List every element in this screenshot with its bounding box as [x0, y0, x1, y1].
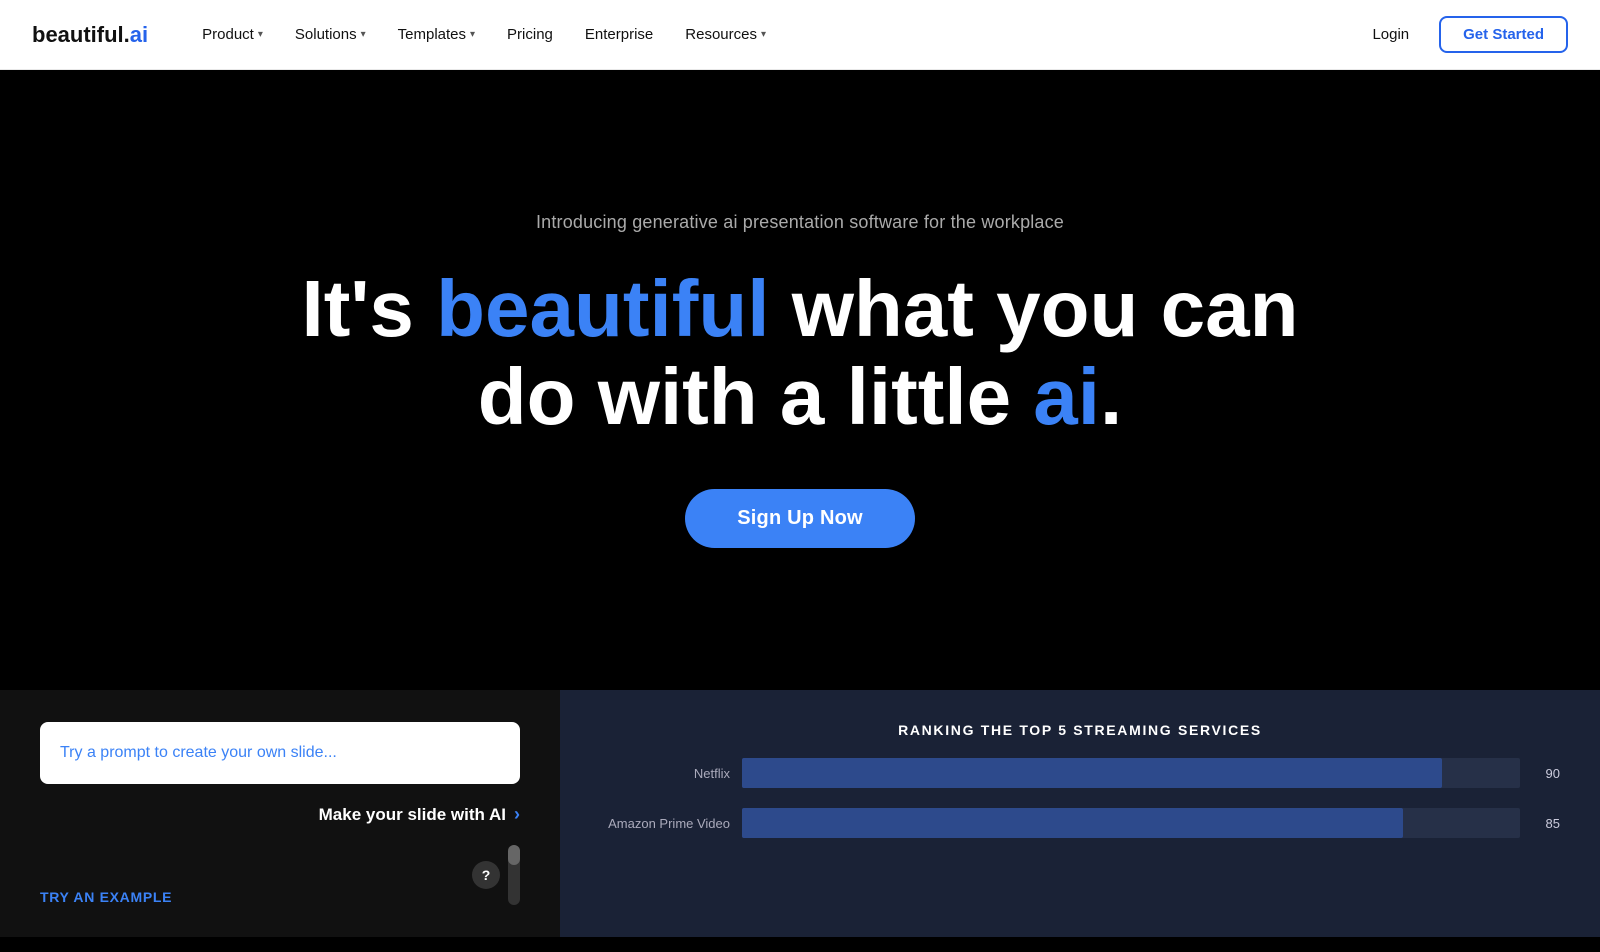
login-button[interactable]: Login	[1358, 18, 1423, 51]
chart-panel: RANKING THE TOP 5 STREAMING SERVICES Net…	[560, 690, 1600, 937]
make-slide-label: Make your slide with AI	[319, 805, 506, 825]
chart-row-netflix: Netflix 90	[600, 758, 1560, 788]
chart-row-amazon: Amazon Prime Video 85	[600, 808, 1560, 838]
chart-bar-netflix	[742, 758, 1442, 788]
nav-item-templates[interactable]: Templates ▾	[384, 18, 489, 51]
chart-bar-amazon	[742, 808, 1403, 838]
chart-title: RANKING THE TOP 5 STREAMING SERVICES	[600, 722, 1560, 738]
bottom-section: Make your slide with AI › TRY AN EXAMPLE…	[0, 690, 1600, 937]
logo-text: beautiful	[32, 22, 124, 47]
hero-title-part1: It's	[302, 264, 437, 353]
chevron-down-icon: ▾	[361, 29, 366, 40]
chevron-down-icon: ▾	[470, 29, 475, 40]
signup-button[interactable]: Sign Up Now	[685, 489, 915, 548]
chart-label-netflix: Netflix	[600, 766, 730, 781]
navbar-actions: Login Get Started	[1358, 16, 1568, 53]
chart-value-netflix: 90	[1532, 766, 1560, 781]
hero-title-blue2: ai	[1033, 352, 1100, 441]
chart-label-amazon: Amazon Prime Video	[600, 816, 730, 831]
nav-item-resources[interactable]: Resources ▾	[671, 18, 780, 51]
scrollbar-track[interactable]	[508, 845, 520, 905]
ai-prompt-panel: Make your slide with AI › TRY AN EXAMPLE…	[0, 690, 560, 937]
hero-title: It's beautiful what you can do with a li…	[300, 265, 1300, 441]
logo[interactable]: beautiful.ai	[32, 22, 148, 48]
nav-item-product[interactable]: Product ▾	[188, 18, 277, 51]
navbar: beautiful.ai Product ▾ Solutions ▾ Templ…	[0, 0, 1600, 70]
nav-label-enterprise: Enterprise	[585, 26, 653, 43]
hero-title-blue1: beautiful	[436, 264, 769, 353]
try-example-link[interactable]: TRY AN EXAMPLE	[40, 889, 172, 905]
nav-label-pricing: Pricing	[507, 26, 553, 43]
nav-label-solutions: Solutions	[295, 26, 357, 43]
chart-value-amazon: 85	[1532, 816, 1560, 831]
nav-item-pricing[interactable]: Pricing	[493, 18, 567, 51]
arrow-right-icon: ›	[514, 804, 520, 825]
prompt-input[interactable]	[40, 722, 520, 784]
nav-item-solutions[interactable]: Solutions ▾	[281, 18, 380, 51]
nav-label-product: Product	[202, 26, 254, 43]
chevron-down-icon: ▾	[258, 29, 263, 40]
nav-menu: Product ▾ Solutions ▾ Templates ▾ Pricin…	[188, 18, 1358, 51]
make-slide-link[interactable]: Make your slide with AI ›	[40, 804, 520, 825]
hero-title-end: .	[1100, 352, 1122, 441]
scrollbar-thumb	[508, 845, 520, 865]
chart-bar-container-netflix	[742, 758, 1520, 788]
nav-label-resources: Resources	[685, 26, 757, 43]
get-started-button[interactable]: Get Started	[1439, 16, 1568, 53]
help-icon[interactable]: ?	[472, 861, 500, 889]
left-bottom-row: TRY AN EXAMPLE ?	[40, 845, 520, 905]
hero-section: Introducing generative ai presentation s…	[0, 70, 1600, 690]
logo-ai: ai	[130, 22, 148, 47]
nav-item-enterprise[interactable]: Enterprise	[571, 18, 667, 51]
chevron-down-icon: ▾	[761, 29, 766, 40]
chart-bar-container-amazon	[742, 808, 1520, 838]
hero-subtitle: Introducing generative ai presentation s…	[536, 212, 1064, 233]
nav-label-templates: Templates	[398, 26, 466, 43]
